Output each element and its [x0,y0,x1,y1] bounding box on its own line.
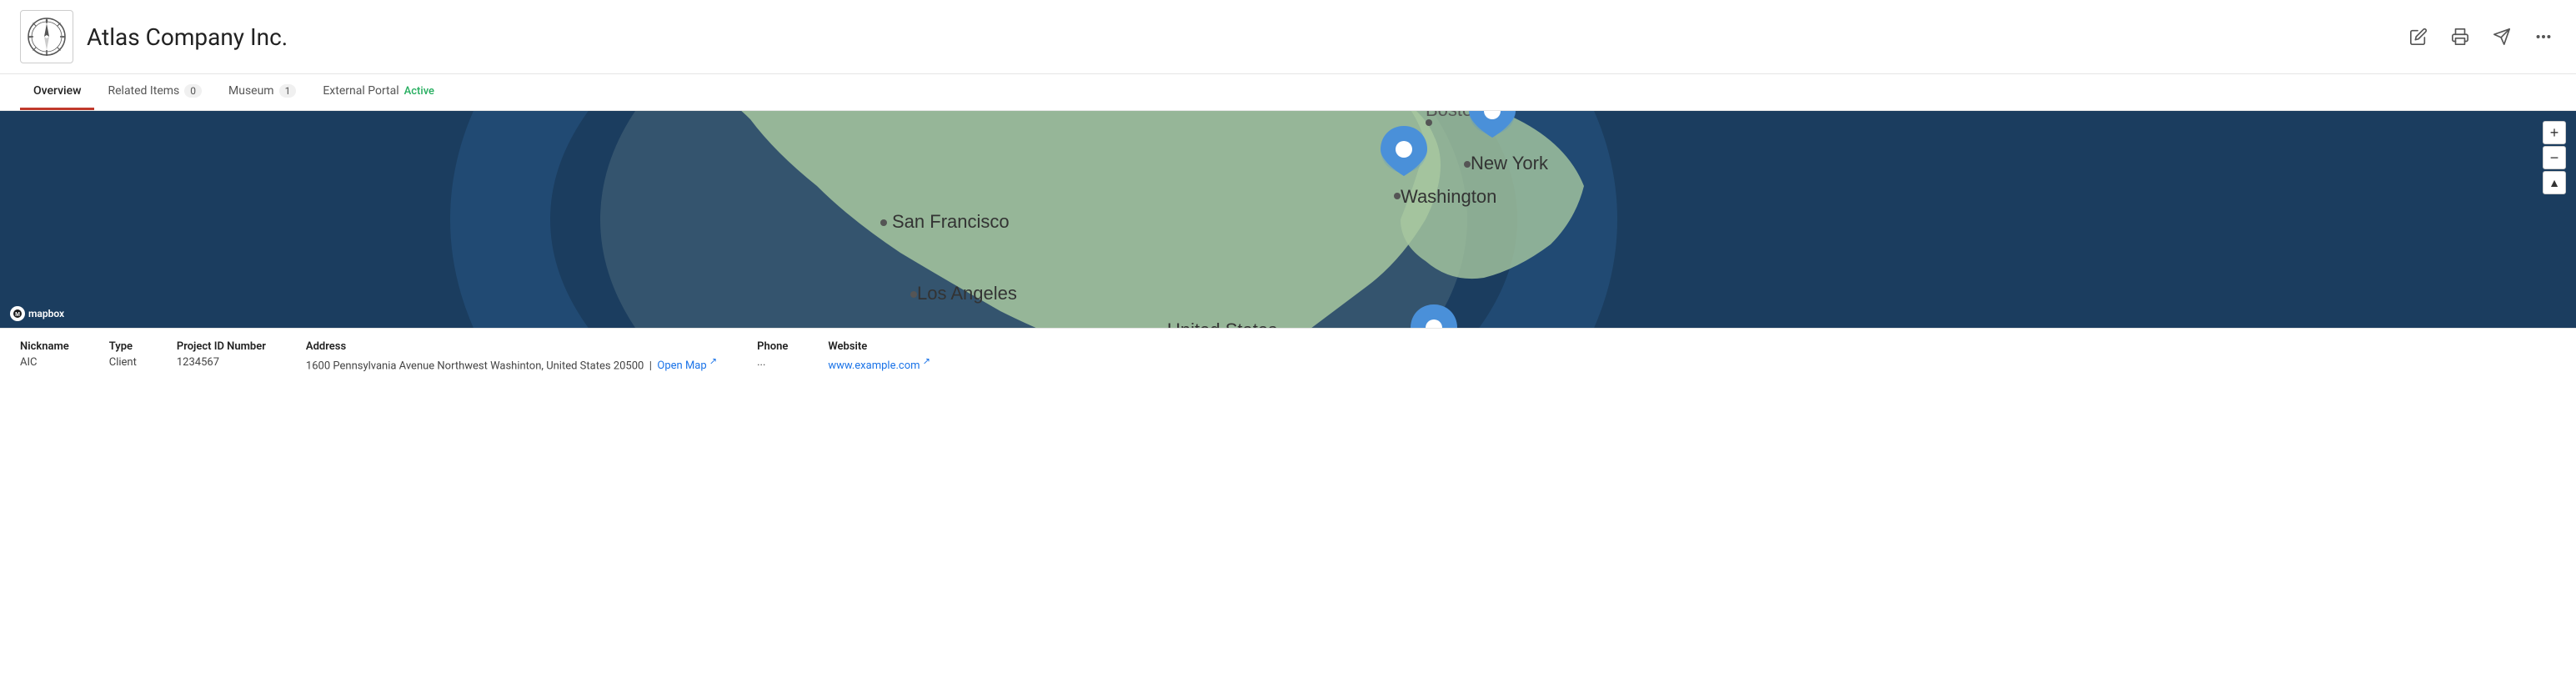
type-value: Client [109,356,137,369]
related-items-badge: 0 [184,84,202,98]
address-group: Address 1600 Pennsylvania Avenue Northwe… [306,340,717,372]
type-label: Type [109,340,137,353]
address-label: Address [306,340,717,353]
share-icon [2493,28,2511,46]
svg-text:N: N [46,18,48,23]
website-value: www.example.com ↗ [828,356,930,372]
page-title: Atlas Company Inc. [87,23,288,51]
zoom-in-button[interactable]: + [2543,121,2566,144]
share-button[interactable] [2489,24,2514,49]
more-button[interactable] [2531,24,2556,49]
mapbox-label: mapbox [28,308,64,319]
external-portal-status: Active [404,85,434,98]
museum-badge: 1 [279,84,297,98]
map-zoom-controls: + − ▲ [2543,121,2566,194]
print-button[interactable] [2448,24,2473,49]
tab-related-items[interactable]: Related Items 0 [94,74,215,110]
page-header: N S W E Atlas Company Inc. [0,0,2576,74]
svg-text:New York: New York [1471,153,1549,174]
tab-museum[interactable]: Museum 1 [215,74,309,110]
svg-text:United States: United States [1167,319,1277,328]
header-actions [2406,24,2556,49]
svg-text:Los Angeles: Los Angeles [917,283,1017,304]
tab-overview[interactable]: Overview [20,74,94,110]
phone-label: Phone [757,340,788,353]
map-visual: San Francisco Los Angeles Houston United… [0,111,2576,328]
print-icon [2451,28,2469,46]
website-group: Website www.example.com ↗ [828,340,930,372]
address-value: 1600 Pennsylvania Avenue Northwest Washi… [306,356,717,372]
type-group: Type Client [109,340,137,369]
svg-text:M: M [15,312,20,318]
nickname-value: AIC [20,356,69,369]
svg-text:Washington: Washington [1401,186,1496,207]
header-left: N S W E Atlas Company Inc. [20,10,288,63]
phone-value: ... [757,356,788,369]
external-link-icon: ↗ [709,356,717,367]
svg-text:San Francisco: San Francisco [892,211,1010,232]
edit-button[interactable] [2406,24,2431,49]
tabs-bar: Overview Related Items 0 Museum 1 Extern… [0,74,2576,111]
more-icon [2534,28,2553,46]
compass-icon: N S W E [27,17,67,57]
project-id-group: Project ID Number 1234567 [177,340,266,369]
project-id-value: 1234567 [177,356,266,369]
project-id-label: Project ID Number [177,340,266,353]
company-logo: N S W E [20,10,73,63]
mapbox-logo: M mapbox [10,306,64,321]
zoom-reset-button[interactable]: ▲ [2543,171,2566,194]
website-external-icon: ↗ [923,356,930,367]
tab-external-portal[interactable]: External Portal Active [309,74,448,110]
phone-group: Phone ... [757,340,788,369]
website-label: Website [828,340,930,353]
website-link[interactable]: www.example.com ↗ [828,360,930,372]
nickname-group: Nickname AIC [20,340,69,369]
zoom-out-button[interactable]: − [2543,146,2566,169]
info-row: Nickname AIC Type Client Project ID Numb… [0,328,2576,384]
nickname-label: Nickname [20,340,69,353]
edit-icon [2409,28,2428,46]
open-map-link[interactable]: Open Map ↗ [657,360,717,372]
map-section: San Francisco Los Angeles Houston United… [0,111,2576,328]
mapbox-icon: M [10,306,25,321]
svg-text:W: W [28,35,32,39]
